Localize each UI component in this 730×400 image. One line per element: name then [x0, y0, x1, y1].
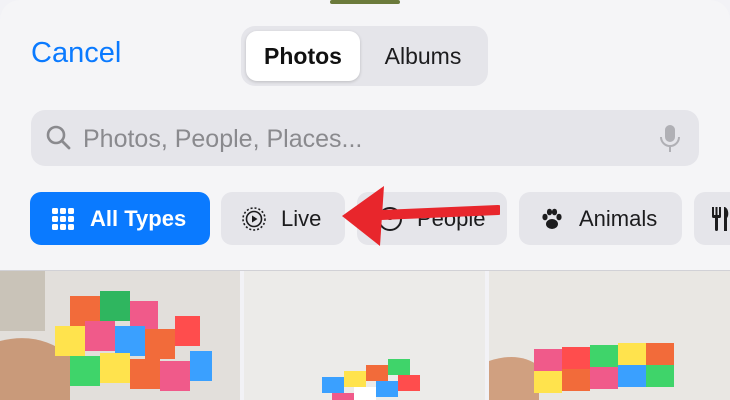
search-icon [46, 125, 71, 150]
photo-thumbnail[interactable] [244, 271, 485, 400]
search-bar [31, 110, 699, 168]
filter-label: All Types [90, 205, 187, 231]
tab-albums[interactable]: Albums [364, 31, 482, 81]
filter-all-types[interactable]: All Types [30, 192, 210, 245]
grid-icon [52, 207, 74, 230]
photo-thumbnail[interactable] [489, 271, 730, 400]
filter-animals[interactable]: Animals [519, 192, 682, 245]
filter-label: Animals [579, 205, 658, 231]
rubiks-cube-photo [244, 271, 485, 400]
live-photo-icon [242, 206, 266, 231]
rubiks-cube-photo [0, 271, 240, 400]
fork-knife-icon [712, 206, 729, 231]
photo-thumbnail[interactable] [0, 271, 240, 400]
photo-picker-sheet: Cancel Photos Albums All Types [0, 0, 730, 270]
paw-icon [542, 208, 562, 229]
cancel-button[interactable]: Cancel [31, 37, 121, 70]
filter-food[interactable] [694, 192, 730, 245]
rubiks-cube-photo [489, 271, 730, 400]
microphone-icon[interactable] [659, 124, 681, 154]
filter-label: Live [281, 205, 322, 231]
source-segmented-control: Photos Albums [241, 26, 488, 86]
background-peek [330, 0, 400, 4]
tab-photos[interactable]: Photos [246, 31, 360, 81]
annotation-arrow [342, 186, 500, 246]
search-input[interactable] [81, 110, 655, 168]
filter-live[interactable]: Live [221, 192, 345, 245]
